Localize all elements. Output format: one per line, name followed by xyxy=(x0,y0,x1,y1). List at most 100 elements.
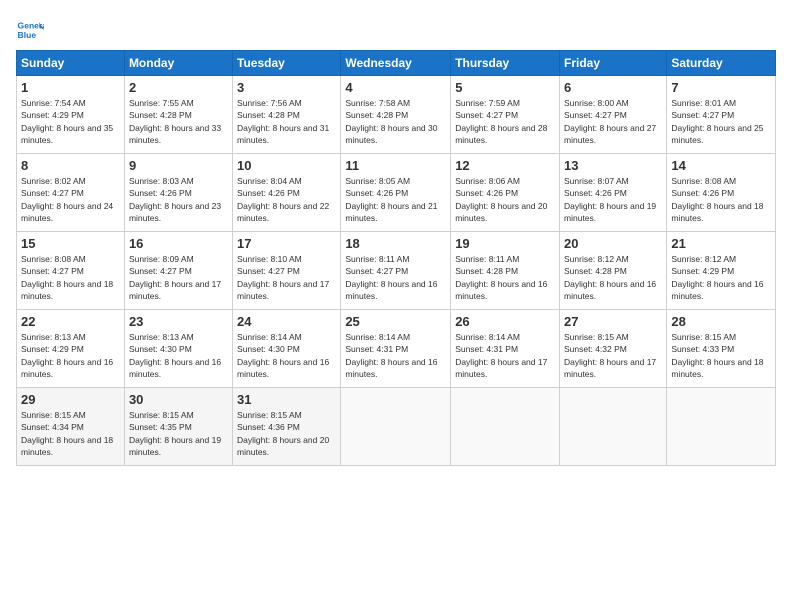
day-number: 30 xyxy=(129,392,228,407)
day-cell: 3 Sunrise: 7:56 AMSunset: 4:28 PMDaylight… xyxy=(233,76,341,154)
day-cell: 18 Sunrise: 8:11 AMSunset: 4:27 PMDayligh… xyxy=(341,232,451,310)
day-number: 27 xyxy=(564,314,662,329)
day-cell: 23 Sunrise: 8:13 AMSunset: 4:30 PMDayligh… xyxy=(124,310,232,388)
day-detail: Sunrise: 7:58 AMSunset: 4:28 PMDaylight:… xyxy=(345,98,437,145)
day-detail: Sunrise: 8:05 AMSunset: 4:26 PMDaylight:… xyxy=(345,176,437,223)
day-cell: 13 Sunrise: 8:07 AMSunset: 4:26 PMDayligh… xyxy=(560,154,667,232)
day-number: 6 xyxy=(564,80,662,95)
day-number: 11 xyxy=(345,158,446,173)
day-cell: 1Sunrise: 7:54 AMSunset: 4:29 PMDaylight… xyxy=(17,76,125,154)
svg-text:Blue: Blue xyxy=(18,30,37,40)
day-detail: Sunrise: 8:13 AMSunset: 4:30 PMDaylight:… xyxy=(129,332,221,379)
day-detail: Sunrise: 8:00 AMSunset: 4:27 PMDaylight:… xyxy=(564,98,656,145)
week-row-1: 1Sunrise: 7:54 AMSunset: 4:29 PMDaylight… xyxy=(17,76,776,154)
day-detail: Sunrise: 8:06 AMSunset: 4:26 PMDaylight:… xyxy=(455,176,547,223)
day-cell: 29Sunrise: 8:15 AMSunset: 4:34 PMDayligh… xyxy=(17,388,125,466)
day-cell: 20Sunrise: 8:12 AMSunset: 4:28 PMDayligh… xyxy=(560,232,667,310)
day-number: 29 xyxy=(21,392,120,407)
logo: General Blue xyxy=(16,16,44,44)
day-cell: 30 Sunrise: 8:15 AMSunset: 4:35 PMDayligh… xyxy=(124,388,232,466)
day-number: 13 xyxy=(564,158,662,173)
day-number: 21 xyxy=(671,236,771,251)
weekday-header-tuesday: Tuesday xyxy=(233,51,341,76)
day-cell: 21 Sunrise: 8:12 AMSunset: 4:29 PMDayligh… xyxy=(667,232,776,310)
day-detail: Sunrise: 8:13 AMSunset: 4:29 PMDaylight:… xyxy=(21,332,113,379)
day-number: 25 xyxy=(345,314,446,329)
day-detail: Sunrise: 8:14 AMSunset: 4:31 PMDaylight:… xyxy=(455,332,547,379)
weekday-header-row: SundayMondayTuesdayWednesdayThursdayFrid… xyxy=(17,51,776,76)
day-cell: 10 Sunrise: 8:04 AMSunset: 4:26 PMDayligh… xyxy=(233,154,341,232)
day-detail: Sunrise: 8:12 AMSunset: 4:29 PMDaylight:… xyxy=(671,254,763,301)
calendar-table: SundayMondayTuesdayWednesdayThursdayFrid… xyxy=(16,50,776,466)
day-cell: 26 Sunrise: 8:14 AMSunset: 4:31 PMDayligh… xyxy=(451,310,560,388)
day-cell: 7 Sunrise: 8:01 AMSunset: 4:27 PMDaylight… xyxy=(667,76,776,154)
day-cell: 6 Sunrise: 8:00 AMSunset: 4:27 PMDaylight… xyxy=(560,76,667,154)
day-cell: 28 Sunrise: 8:15 AMSunset: 4:33 PMDayligh… xyxy=(667,310,776,388)
day-cell: 11 Sunrise: 8:05 AMSunset: 4:26 PMDayligh… xyxy=(341,154,451,232)
day-number: 8 xyxy=(21,158,120,173)
day-cell: 22 Sunrise: 8:13 AMSunset: 4:29 PMDayligh… xyxy=(17,310,125,388)
day-number: 19 xyxy=(455,236,555,251)
weekday-header-thursday: Thursday xyxy=(451,51,560,76)
day-cell xyxy=(667,388,776,466)
day-detail: Sunrise: 7:54 AMSunset: 4:29 PMDaylight:… xyxy=(21,98,113,145)
day-cell: 9Sunrise: 8:03 AMSunset: 4:26 PMDaylight… xyxy=(124,154,232,232)
day-number: 20 xyxy=(564,236,662,251)
day-detail: Sunrise: 8:07 AMSunset: 4:26 PMDaylight:… xyxy=(564,176,656,223)
day-detail: Sunrise: 8:02 AMSunset: 4:27 PMDaylight:… xyxy=(21,176,113,223)
day-detail: Sunrise: 8:15 AMSunset: 4:35 PMDaylight:… xyxy=(129,410,221,457)
day-detail: Sunrise: 8:09 AMSunset: 4:27 PMDaylight:… xyxy=(129,254,221,301)
day-detail: Sunrise: 8:11 AMSunset: 4:28 PMDaylight:… xyxy=(455,254,547,301)
logo-icon: General Blue xyxy=(16,16,44,44)
day-detail: Sunrise: 8:15 AMSunset: 4:32 PMDaylight:… xyxy=(564,332,656,379)
day-detail: Sunrise: 8:01 AMSunset: 4:27 PMDaylight:… xyxy=(671,98,763,145)
day-number: 5 xyxy=(455,80,555,95)
day-cell: 15 Sunrise: 8:08 AMSunset: 4:27 PMDayligh… xyxy=(17,232,125,310)
week-row-2: 8 Sunrise: 8:02 AMSunset: 4:27 PMDaylight… xyxy=(17,154,776,232)
day-cell: 24 Sunrise: 8:14 AMSunset: 4:30 PMDayligh… xyxy=(233,310,341,388)
weekday-header-monday: Monday xyxy=(124,51,232,76)
day-number: 22 xyxy=(21,314,120,329)
week-row-5: 29Sunrise: 8:15 AMSunset: 4:34 PMDayligh… xyxy=(17,388,776,466)
week-row-3: 15 Sunrise: 8:08 AMSunset: 4:27 PMDayligh… xyxy=(17,232,776,310)
day-cell: 5 Sunrise: 7:59 AMSunset: 4:27 PMDaylight… xyxy=(451,76,560,154)
day-cell: 27 Sunrise: 8:15 AMSunset: 4:32 PMDayligh… xyxy=(560,310,667,388)
weekday-header-saturday: Saturday xyxy=(667,51,776,76)
day-number: 7 xyxy=(671,80,771,95)
day-detail: Sunrise: 8:10 AMSunset: 4:27 PMDaylight:… xyxy=(237,254,329,301)
day-number: 15 xyxy=(21,236,120,251)
day-cell: 2Sunrise: 7:55 AMSunset: 4:28 PMDaylight… xyxy=(124,76,232,154)
weekday-header-sunday: Sunday xyxy=(17,51,125,76)
day-detail: Sunrise: 8:15 AMSunset: 4:33 PMDaylight:… xyxy=(671,332,763,379)
day-number: 31 xyxy=(237,392,336,407)
day-cell: 31Sunrise: 8:15 AMSunset: 4:36 PMDayligh… xyxy=(233,388,341,466)
day-detail: Sunrise: 8:04 AMSunset: 4:26 PMDaylight:… xyxy=(237,176,329,223)
day-number: 28 xyxy=(671,314,771,329)
weekday-header-friday: Friday xyxy=(560,51,667,76)
day-detail: Sunrise: 8:08 AMSunset: 4:27 PMDaylight:… xyxy=(21,254,113,301)
day-number: 3 xyxy=(237,80,336,95)
page-container: General Blue SundayMondayTuesdayWednesda… xyxy=(0,0,792,474)
day-number: 17 xyxy=(237,236,336,251)
day-number: 16 xyxy=(129,236,228,251)
day-number: 26 xyxy=(455,314,555,329)
day-number: 12 xyxy=(455,158,555,173)
day-cell: 12 Sunrise: 8:06 AMSunset: 4:26 PMDayligh… xyxy=(451,154,560,232)
day-cell: 25 Sunrise: 8:14 AMSunset: 4:31 PMDayligh… xyxy=(341,310,451,388)
day-detail: Sunrise: 8:11 AMSunset: 4:27 PMDaylight:… xyxy=(345,254,437,301)
day-number: 9 xyxy=(129,158,228,173)
weekday-header-wednesday: Wednesday xyxy=(341,51,451,76)
day-number: 24 xyxy=(237,314,336,329)
day-number: 18 xyxy=(345,236,446,251)
day-cell: 14Sunrise: 8:08 AMSunset: 4:26 PMDayligh… xyxy=(667,154,776,232)
day-detail: Sunrise: 7:59 AMSunset: 4:27 PMDaylight:… xyxy=(455,98,547,145)
day-cell: 17 Sunrise: 8:10 AMSunset: 4:27 PMDayligh… xyxy=(233,232,341,310)
day-detail: Sunrise: 7:56 AMSunset: 4:28 PMDaylight:… xyxy=(237,98,329,145)
day-number: 2 xyxy=(129,80,228,95)
day-number: 23 xyxy=(129,314,228,329)
day-detail: Sunrise: 8:14 AMSunset: 4:30 PMDaylight:… xyxy=(237,332,329,379)
day-number: 10 xyxy=(237,158,336,173)
day-detail: Sunrise: 8:14 AMSunset: 4:31 PMDaylight:… xyxy=(345,332,437,379)
day-number: 14 xyxy=(671,158,771,173)
day-cell xyxy=(341,388,451,466)
